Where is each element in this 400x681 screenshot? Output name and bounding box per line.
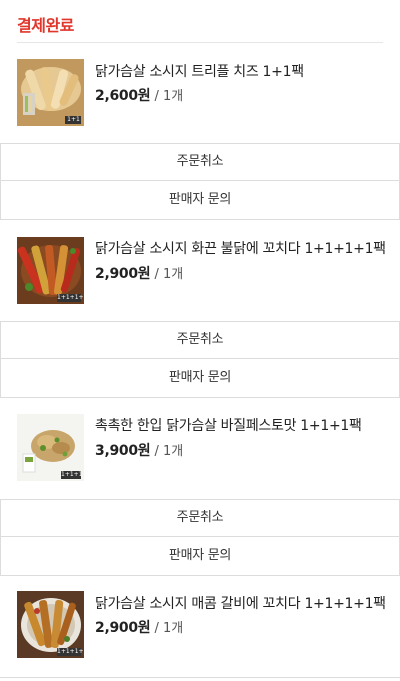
product-quantity: / 1개 bbox=[150, 444, 184, 459]
product-badge: 1+1+1 bbox=[61, 471, 83, 478]
product-quantity: / 1개 bbox=[150, 267, 184, 282]
price-currency: 원 bbox=[137, 620, 151, 636]
price-currency: 원 bbox=[137, 443, 151, 459]
product-badge: 1+1+1+1 bbox=[57, 294, 84, 301]
seller-inquiry-button[interactable]: 판매자 문의 bbox=[0, 180, 400, 220]
cancel-order-button[interactable]: 주문취소 bbox=[0, 143, 400, 180]
order-status-header: 결제완료 bbox=[17, 10, 383, 43]
product-name[interactable]: 촉촉한 한입 닭가슴살 바질페스토맛 1+1+1팩 bbox=[95, 415, 362, 435]
product-name[interactable]: 닭가슴살 소시지 트리플 치즈 1+1팩 bbox=[95, 61, 304, 81]
product-thumbnail[interactable]: 1+1+1+1 bbox=[17, 237, 84, 304]
order-status-title: 결제완료 bbox=[17, 16, 74, 35]
product-price: 2,600 bbox=[95, 88, 138, 104]
product-thumbnail[interactable]: 1+1 bbox=[17, 59, 84, 126]
product-badge: 1+1+1+1 bbox=[57, 648, 84, 655]
divider bbox=[0, 677, 400, 678]
product-price-row: 2,600원 / 1개 bbox=[95, 85, 183, 105]
product-name[interactable]: 닭가슴살 소시지 화끈 불닭에 꼬치다 1+1+1+1팩 bbox=[95, 238, 386, 258]
cancel-order-button[interactable]: 주문취소 bbox=[0, 321, 400, 358]
product-price: 2,900 bbox=[95, 266, 138, 282]
product-quantity: / 1개 bbox=[150, 89, 184, 104]
product-thumbnail[interactable]: 1+1+1 bbox=[17, 414, 84, 481]
price-currency: 원 bbox=[137, 266, 151, 282]
cancel-order-button[interactable]: 주문취소 bbox=[0, 499, 400, 536]
product-badge: 1+1 bbox=[67, 116, 80, 123]
product-price-row: 2,900원 / 1개 bbox=[95, 617, 183, 637]
seller-inquiry-button[interactable]: 판매자 문의 bbox=[0, 536, 400, 576]
product-price: 3,900 bbox=[95, 443, 138, 459]
seller-inquiry-button[interactable]: 판매자 문의 bbox=[0, 358, 400, 398]
product-thumbnail[interactable]: 1+1+1+1 bbox=[17, 591, 84, 658]
price-currency: 원 bbox=[137, 88, 151, 104]
product-price-row: 3,900원 / 1개 bbox=[95, 440, 183, 460]
product-price: 2,900 bbox=[95, 620, 138, 636]
product-price-row: 2,900원 / 1개 bbox=[95, 263, 183, 283]
product-name[interactable]: 닭가슴살 소시지 매콤 갈비에 꼬치다 1+1+1+1팩 bbox=[95, 593, 386, 613]
product-quantity: / 1개 bbox=[150, 621, 184, 636]
